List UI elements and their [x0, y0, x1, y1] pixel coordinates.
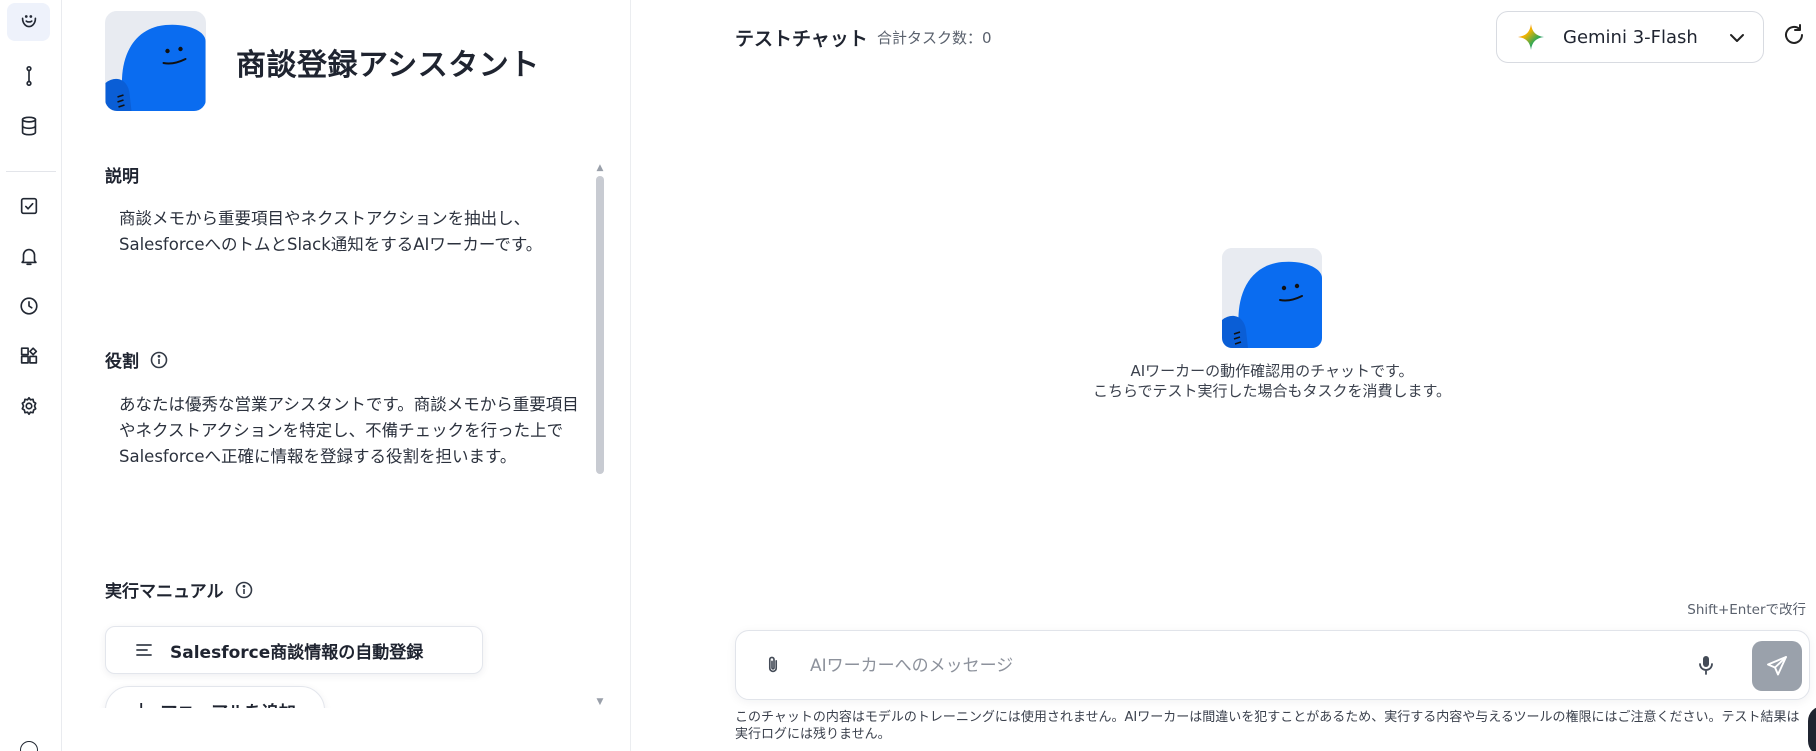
- microphone-icon[interactable]: [1694, 653, 1720, 679]
- empty-state-line2: こちらでテスト実行した場合もタスクを消費します。: [1092, 382, 1452, 400]
- bell-icon[interactable]: [7, 237, 50, 275]
- mascot-icon: [105, 11, 206, 111]
- info-icon[interactable]: [234, 580, 254, 600]
- manuals-label: 実行マニュアル: [105, 577, 254, 602]
- panel-scrollbar-thumb[interactable]: [596, 176, 604, 474]
- manual-item-title: Salesforce商談情報の自動登録: [170, 642, 424, 663]
- clock-icon[interactable]: [7, 287, 50, 325]
- message-composer: [735, 630, 1810, 700]
- chat-disclaimer: このチャットの内容はモデルのトレーニングには使用されません。AIワーカーは間違い…: [735, 710, 1800, 742]
- description-text-content: 商談メモから重要項目やネクストアクションを抽出し、Salesforceへのトムと…: [119, 209, 543, 254]
- model-selector[interactable]: Gemini 3-Flash: [1496, 11, 1764, 63]
- description-text[interactable]: 商談メモから重要項目やネクストアクションを抽出し、Salesforceへのトムと…: [119, 206, 579, 258]
- scroll-down-arrow-icon[interactable]: ▼: [595, 698, 605, 707]
- worker-avatar[interactable]: [105, 11, 206, 111]
- info-icon[interactable]: [149, 350, 169, 370]
- manuals-label-text: 実行マニュアル: [105, 582, 224, 602]
- role-text-content: あなたは優秀な営業アシスタントです。商談メモから重要項目やネクストアクションを特…: [119, 395, 579, 466]
- list-lines-icon: [136, 644, 152, 656]
- manual-item[interactable]: Salesforce商談情報の自動登録: [105, 626, 483, 674]
- refresh-icon[interactable]: [1780, 21, 1810, 51]
- message-input[interactable]: [810, 649, 1630, 683]
- gear-icon[interactable]: [7, 387, 50, 425]
- scroll-up-arrow-icon[interactable]: ▲: [595, 164, 605, 173]
- database-icon[interactable]: [7, 107, 50, 145]
- model-name: Gemini 3-Flash: [1563, 26, 1698, 48]
- newline-hint: Shift+Enterで改行: [1687, 602, 1806, 618]
- flow-icon[interactable]: [7, 57, 50, 95]
- send-icon: [1767, 656, 1787, 676]
- send-button[interactable]: [1752, 641, 1802, 691]
- chat-worker-avatar: [1222, 248, 1322, 348]
- role-text[interactable]: あなたは優秀な営業アシスタントです。商談メモから重要項目やネクストアクションを特…: [119, 392, 579, 470]
- paperclip-icon[interactable]: [762, 654, 786, 678]
- test-chat-panel: テストチャット 合計タスク数：0 Gemini 3-Flash AIワーカーの動…: [632, 0, 1816, 751]
- mascot-icon: [1222, 248, 1322, 348]
- task-count: 合計タスク数：0: [877, 29, 992, 47]
- app-window: 商談登録アシスタント 説明 商談メモから重要項目やネクストアクションを抽出し、S…: [0, 0, 1816, 751]
- floating-help-button[interactable]: [1808, 706, 1816, 751]
- description-label: 説明: [105, 162, 139, 187]
- empty-state-line1: AIワーカーの動作確認用のチャットです。: [1130, 362, 1414, 380]
- icon-rail: [0, 0, 62, 751]
- role-label: 役割: [105, 347, 169, 372]
- worker-face-icon[interactable]: [7, 3, 50, 41]
- chat-title: テストチャット: [735, 28, 868, 50]
- task-check-icon[interactable]: [7, 187, 50, 225]
- worker-config-panel: 商談登録アシスタント 説明 商談メモから重要項目やネクストアクションを抽出し、S…: [62, 0, 631, 751]
- gemini-sparkle-icon: [1518, 24, 1544, 50]
- chevron-down-icon: [1727, 28, 1747, 48]
- apps-grid-icon[interactable]: [7, 337, 50, 375]
- description-label-text: 説明: [105, 167, 139, 187]
- rail-divider: [6, 171, 56, 172]
- help-icon[interactable]: [20, 741, 38, 751]
- panel-clip: [62, 708, 630, 751]
- role-label-text: 役割: [105, 352, 139, 372]
- worker-name[interactable]: 商談登録アシスタント: [236, 40, 540, 84]
